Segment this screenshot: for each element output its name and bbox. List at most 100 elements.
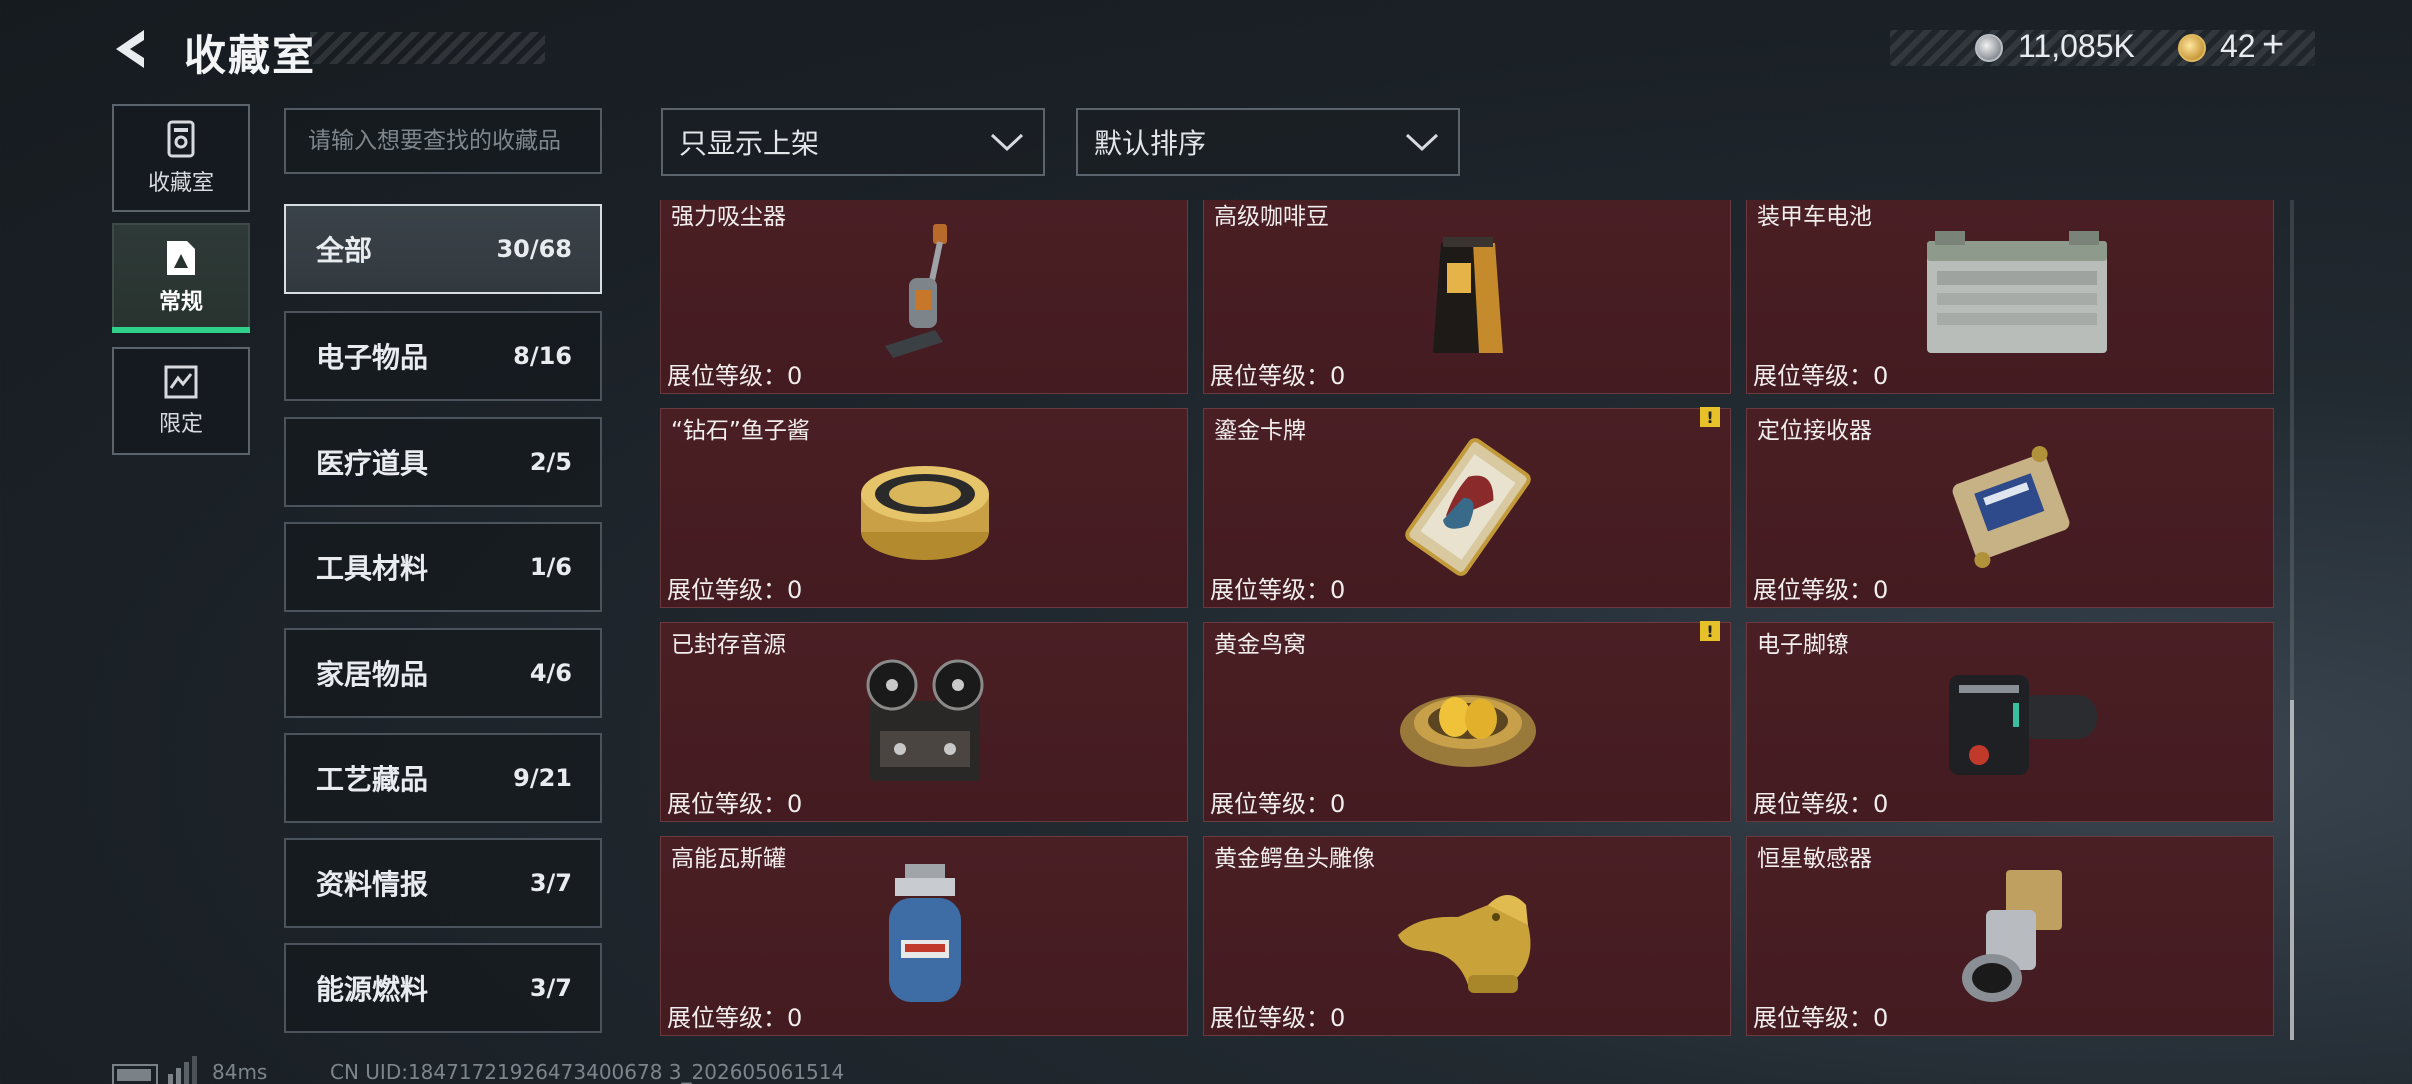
- display-filter-value: 只显示上架: [679, 127, 820, 160]
- item-name: 鎏金卡牌: [1214, 418, 1306, 444]
- item-level: 展位等级：0: [667, 362, 803, 390]
- item-level: 展位等级：0: [1753, 362, 1889, 390]
- chevron-down-icon: [990, 133, 1024, 152]
- warning-icon: !: [1700, 407, 1720, 427]
- item-name: 定位接收器: [1757, 418, 1872, 444]
- item-level: 展位等级：0: [667, 576, 803, 604]
- item-card[interactable]: 黄金鸟窝 ! 展位等级：0: [1203, 621, 1731, 822]
- item-level: 展位等级：0: [1753, 790, 1889, 818]
- scrollbar-thumb[interactable]: [2290, 700, 2294, 1040]
- warning-icon: !: [1700, 621, 1720, 641]
- nav-active-indicator: [112, 327, 250, 333]
- category-name: 资料情报: [316, 868, 429, 901]
- item-name: 黄金鳄鱼头雕像: [1214, 846, 1375, 872]
- item-card[interactable]: 恒星敏感器 展位等级：0: [1746, 836, 2274, 1036]
- category-intel[interactable]: 资料情报 3/7: [284, 838, 602, 928]
- category-tools[interactable]: 工具材料 1/6: [284, 522, 602, 612]
- collection-icon: [167, 120, 195, 158]
- category-count: 9/21: [513, 764, 572, 792]
- item-card[interactable]: 高能瓦斯罐 展位等级：0: [660, 836, 1188, 1036]
- item-level: 展位等级：0: [1210, 790, 1346, 818]
- category-name: 医疗道具: [316, 447, 429, 480]
- item-name: “钻石”鱼子酱: [671, 418, 810, 444]
- category-energy[interactable]: 能源燃料 3/7: [284, 943, 602, 1033]
- title-decoration: [310, 32, 545, 64]
- category-all[interactable]: 全部 30/68: [284, 204, 602, 294]
- item-card[interactable]: 鎏金卡牌 ! 展位等级：0: [1203, 407, 1731, 608]
- add-currency-button[interactable]: +: [2262, 24, 2284, 67]
- category-name: 工具材料: [316, 552, 429, 585]
- gold-coin-icon: [2178, 34, 2206, 62]
- reel-recorder-icon: [845, 641, 1005, 801]
- item-level: 展位等级：0: [1753, 576, 1889, 604]
- item-name: 恒星敏感器: [1757, 846, 1872, 872]
- category-count: 1/6: [529, 553, 572, 581]
- category-count: 3/7: [529, 974, 572, 1002]
- item-level: 展位等级：0: [667, 1004, 803, 1032]
- coffee-bag-icon: [1388, 213, 1548, 373]
- item-name: 已封存音源: [671, 632, 786, 658]
- item-card[interactable]: 电子脚镣 展位等级：0: [1746, 622, 2274, 822]
- item-card[interactable]: 定位接收器 展位等级：0: [1746, 408, 2274, 608]
- item-card[interactable]: “钻石”鱼子酱 展位等级：0: [660, 408, 1188, 608]
- nav-item-regular[interactable]: 常规: [112, 223, 250, 331]
- item-name: 强力吸尘器: [671, 204, 786, 230]
- item-level: 展位等级：0: [667, 790, 803, 818]
- golden-nest-icon: [1388, 641, 1548, 801]
- nav-item-limited[interactable]: 限定: [112, 347, 250, 455]
- nav-label: 限定: [158, 412, 203, 437]
- category-household[interactable]: 家居物品 4/6: [284, 628, 602, 718]
- category-count: 30/68: [496, 235, 572, 263]
- gold-balance: 42: [2220, 28, 2256, 64]
- item-level: 展位等级：0: [1210, 1004, 1346, 1032]
- signal-icon: [168, 1056, 197, 1084]
- item-name: 装甲车电池: [1757, 204, 1872, 230]
- category-name: 工艺藏品: [316, 763, 429, 796]
- sort-value: 默认排序: [1094, 127, 1207, 160]
- battery-icon: [112, 1064, 158, 1084]
- item-card[interactable]: 强力吸尘器 展位等级：0: [660, 200, 1188, 394]
- item-level: 展位等级：0: [1753, 1004, 1889, 1032]
- item-card[interactable]: 高级咖啡豆 展位等级：0: [1203, 200, 1731, 394]
- nav-item-collection[interactable]: 收藏室: [112, 104, 250, 212]
- item-name: 高能瓦斯罐: [671, 846, 786, 872]
- item-name: 高级咖啡豆: [1214, 204, 1329, 230]
- item-level: 展位等级：0: [1210, 362, 1346, 390]
- ankle-monitor-icon: [1917, 641, 2117, 801]
- display-filter-dropdown[interactable]: 只显示上架: [661, 108, 1045, 176]
- ping-text: 84ms: [212, 1060, 268, 1084]
- star-sensor-icon: [1931, 855, 2091, 1015]
- gas-canister-icon: [845, 855, 1005, 1015]
- category-count: 3/7: [529, 869, 572, 897]
- back-arrow-icon[interactable]: [110, 26, 156, 72]
- category-electronics[interactable]: 电子物品 8/16: [284, 311, 602, 401]
- car-battery-icon: [1907, 213, 2127, 373]
- vacuum-cleaner-icon: [845, 213, 1005, 373]
- category-medical[interactable]: 医疗道具 2/5: [284, 417, 602, 507]
- item-card[interactable]: 装甲车电池 展位等级：0: [1746, 200, 2274, 394]
- category-crafts[interactable]: 工艺藏品 9/21: [284, 733, 602, 823]
- uid-text: CN UID:18471721926473400678 3_2026050615…: [330, 1060, 845, 1084]
- gps-receiver-icon: [1931, 427, 2091, 587]
- sort-dropdown[interactable]: 默认排序: [1076, 108, 1460, 176]
- item-card[interactable]: 已封存音源 展位等级：0: [660, 622, 1188, 822]
- silver-coin-icon: [1975, 34, 2003, 62]
- category-count: 4/6: [529, 659, 572, 687]
- search-field[interactable]: [284, 108, 602, 174]
- golden-crocodile-icon: [1388, 855, 1548, 1015]
- category-name: 家居物品: [316, 658, 429, 691]
- item-level: 展位等级：0: [1210, 576, 1346, 604]
- search-input[interactable]: [308, 128, 578, 154]
- limited-icon: [164, 365, 198, 399]
- nav-label: 收藏室: [147, 171, 214, 196]
- item-card[interactable]: 黄金鳄鱼头雕像 展位等级：0: [1203, 836, 1731, 1036]
- category-name: 电子物品: [316, 341, 429, 374]
- page-title: 收藏室: [184, 31, 317, 80]
- item-name: 黄金鸟窝: [1214, 632, 1306, 658]
- category-name: 全部: [316, 234, 373, 267]
- silver-balance: 11,085K: [2018, 28, 2135, 64]
- nav-label: 常规: [158, 290, 203, 315]
- category-name: 能源燃料: [316, 973, 429, 1006]
- chevron-down-icon: [1405, 133, 1439, 152]
- gilded-card-icon: [1388, 427, 1548, 587]
